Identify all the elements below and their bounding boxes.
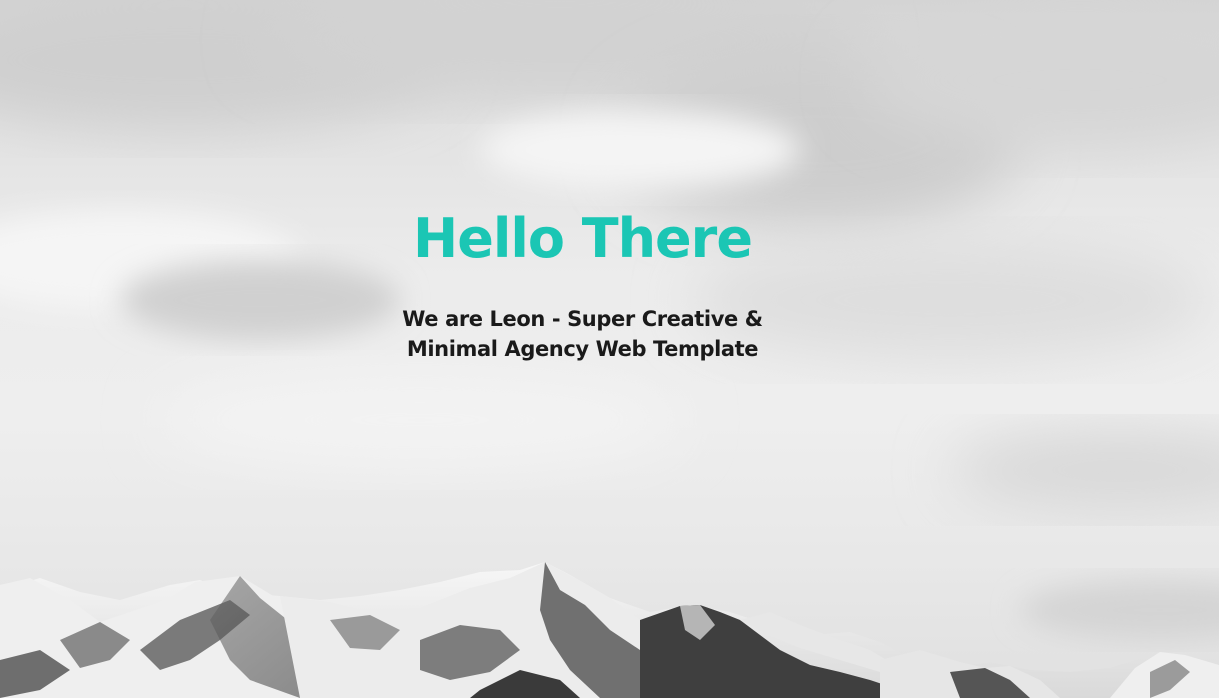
hero-content: Hello There We are Leon - Super Creative… — [0, 207, 1165, 364]
hero-title: Hello There — [413, 207, 753, 270]
hero-subtitle: We are Leon - Super Creative & Minimal A… — [402, 307, 763, 361]
mountain-range — [0, 562, 1219, 698]
hero-section: Hello There We are Leon - Super Creative… — [0, 0, 1219, 698]
